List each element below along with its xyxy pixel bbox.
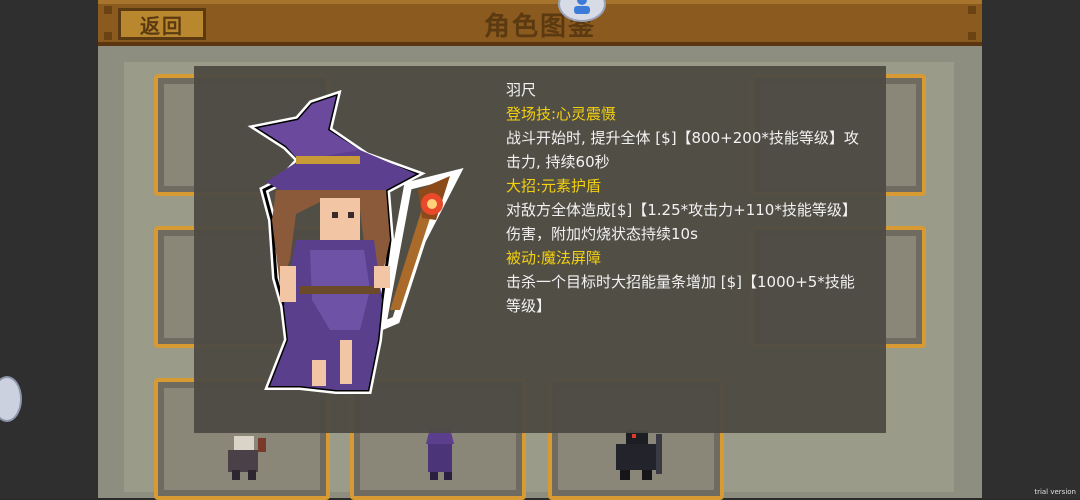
skill-description: 对敌方全体造成[$]【1.25*攻击力+110*技能等级】伤害，附加灼烧状态持续… <box>506 201 857 243</box>
back-button[interactable]: 返回 <box>118 8 206 40</box>
page-title: 角色图鉴 <box>483 12 596 42</box>
character-sprite <box>616 430 662 480</box>
character-name: 羽尺 <box>506 81 537 99</box>
skill-title: 登场技:心灵震慑 <box>506 105 617 123</box>
character-info: 羽尺 登场技:心灵震慑 战斗开始时, 提升全体 [$]【800+200*技能等级… <box>506 78 866 318</box>
right-letterbox <box>982 0 1080 498</box>
skill-description: 战斗开始时, 提升全体 [$]【800+200*技能等级】攻击力, 持续60秒 <box>506 129 859 171</box>
watermark: trial version <box>1034 488 1076 496</box>
person-icon <box>574 0 590 14</box>
skill-title: 大招:元素护盾 <box>506 177 602 195</box>
character-sprite <box>228 436 266 480</box>
top-bar: 角色图鉴 <box>98 0 982 46</box>
skill-title: 被动:魔法屏障 <box>506 249 602 267</box>
left-letterbox <box>0 0 98 498</box>
witch-sprite <box>247 90 464 394</box>
skill-description: 击杀一个目标时大招能量条增加 [$]【1000+5*技能等级】 <box>506 273 855 315</box>
